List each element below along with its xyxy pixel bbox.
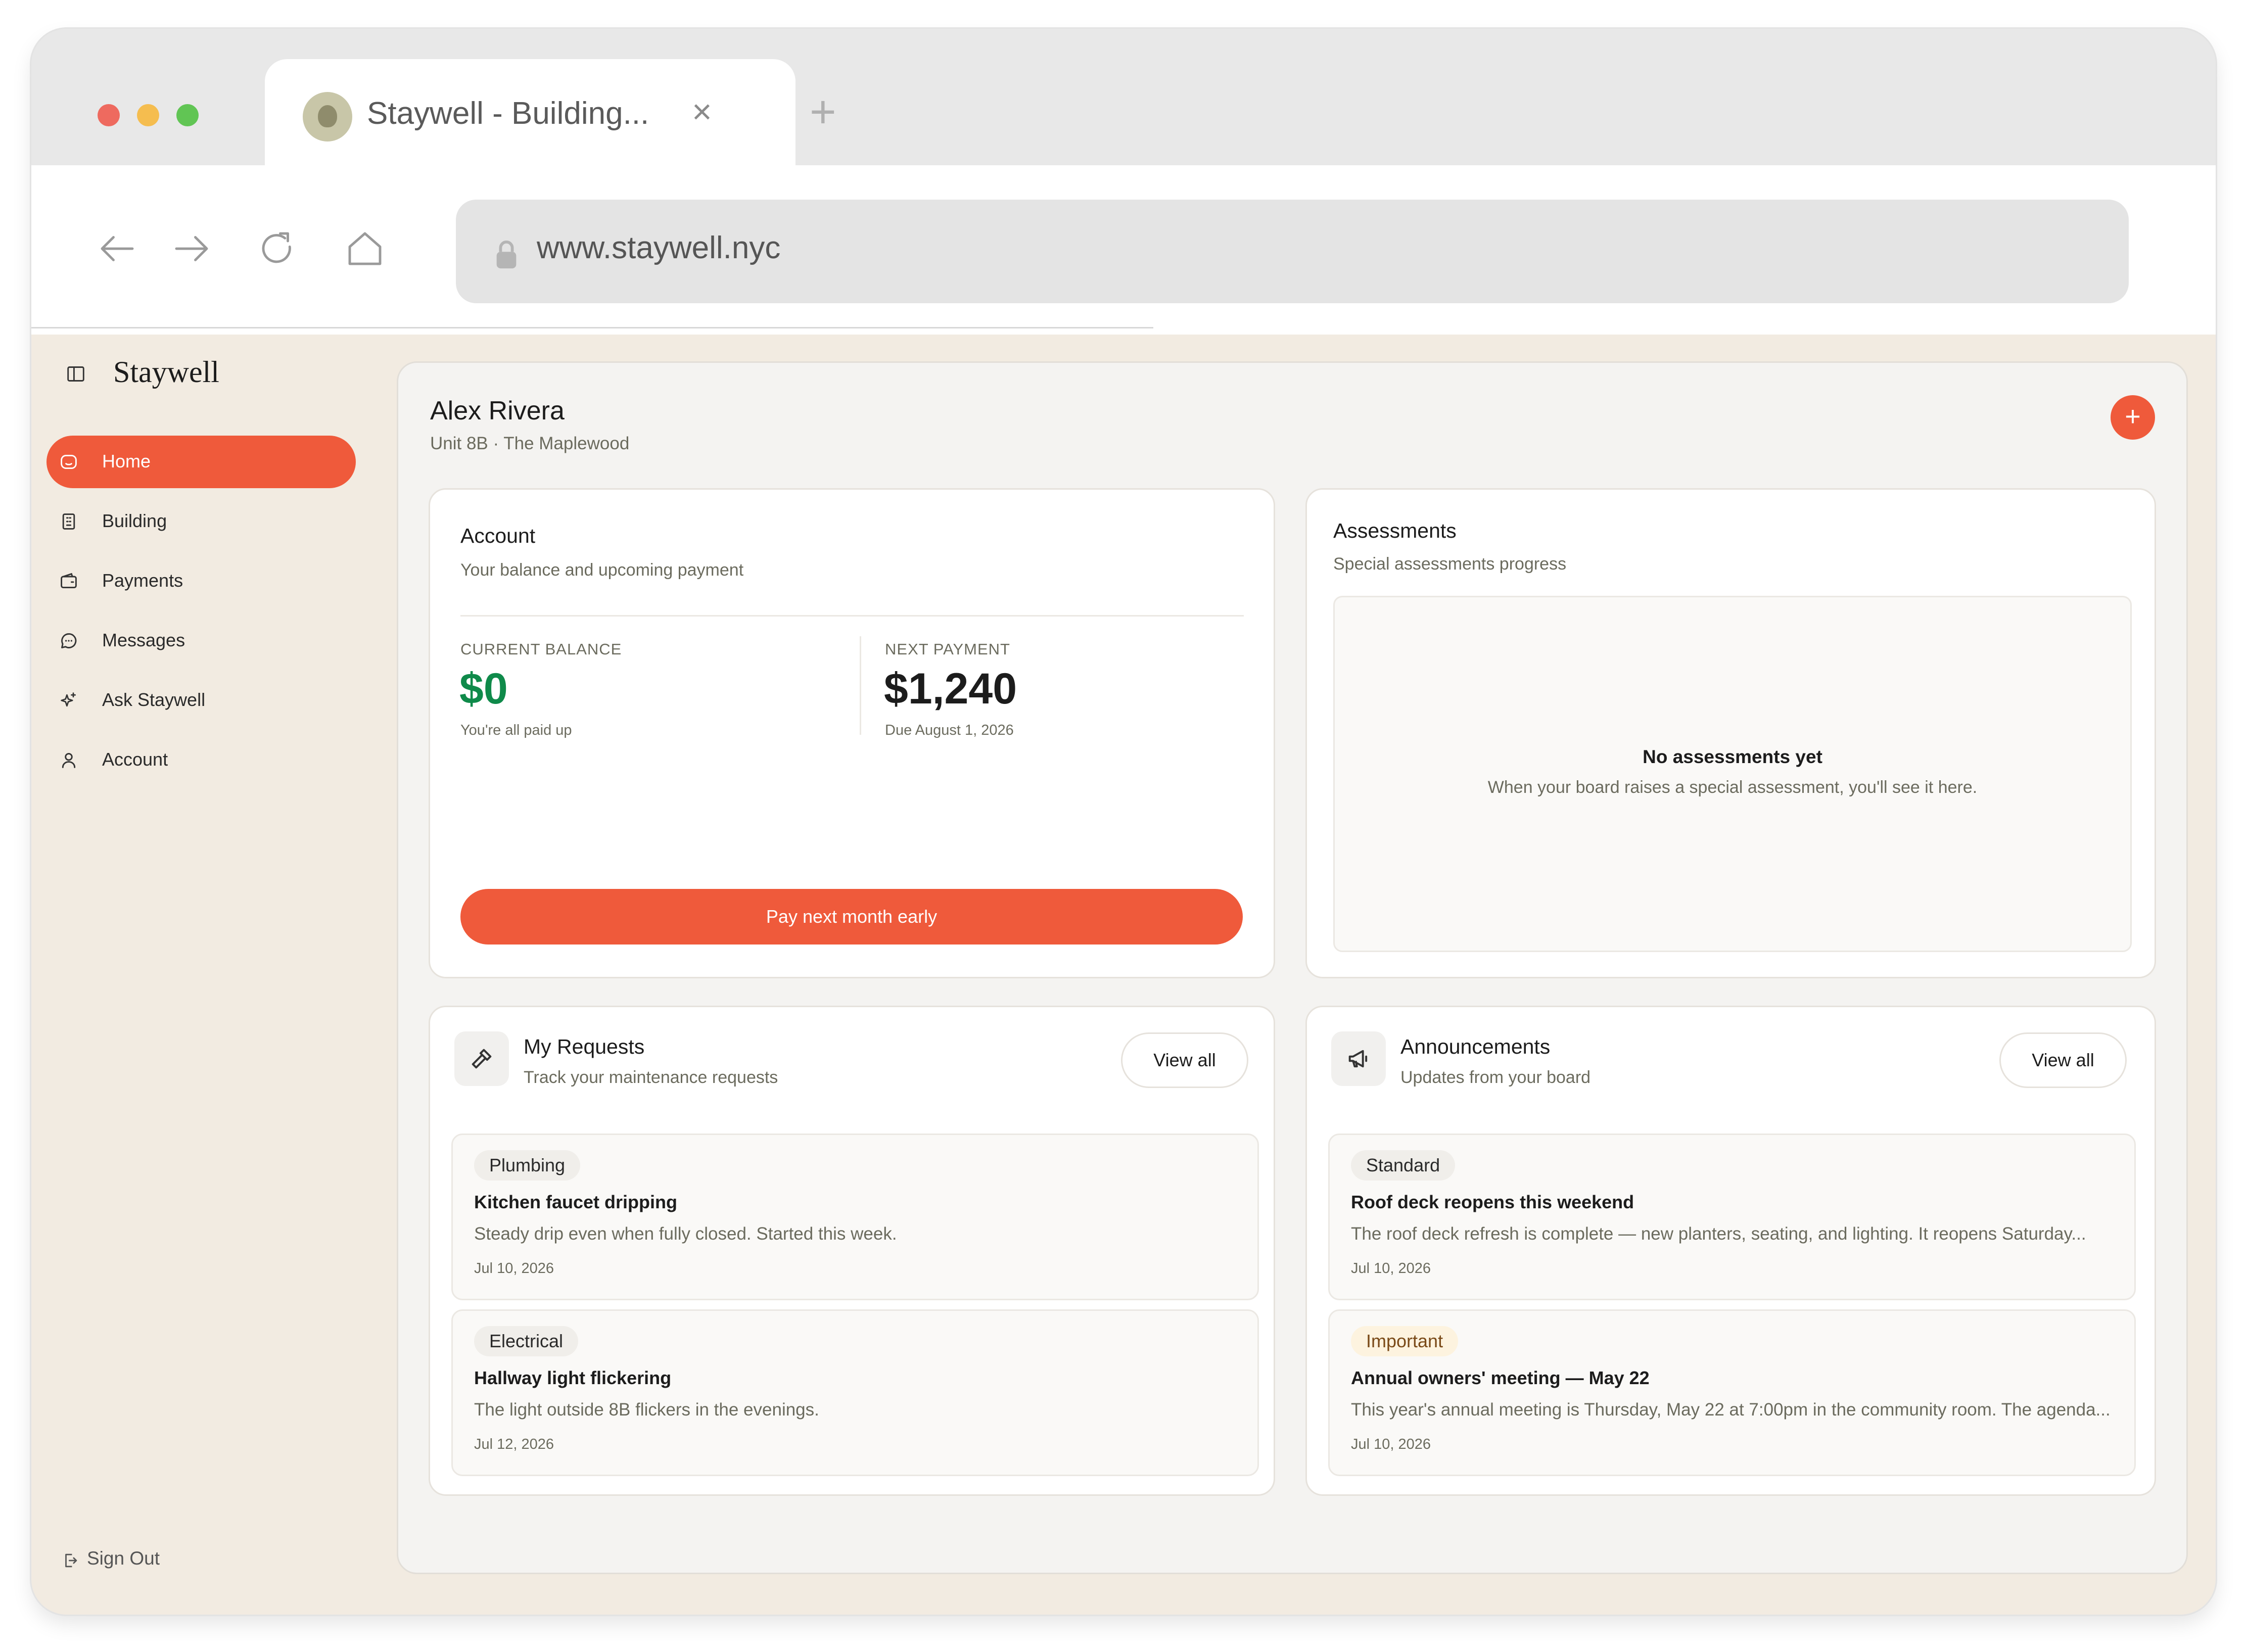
request-item[interactable]: Plumbing Kitchen faucet dripping Steady … (451, 1134, 1259, 1300)
assessments-card-title: Assessments (1333, 519, 1457, 542)
announcements-card: Announcements Updates from your board Vi… (1305, 1006, 2156, 1496)
user-icon (62, 752, 76, 768)
announcements-icon-box (1331, 1031, 1386, 1086)
account-card-subtitle: Your balance and upcoming payment (460, 560, 744, 580)
requests-card-title: My Requests (524, 1035, 645, 1058)
tab-bar: Staywell - Building... × + (31, 29, 2216, 165)
url-text: www.staywell.nyc (537, 230, 781, 265)
announcement-priority-chip: Standard (1351, 1150, 1456, 1181)
request-title: Kitchen faucet dripping (474, 1192, 678, 1212)
lock-icon (496, 241, 517, 269)
wallet-icon (61, 573, 77, 589)
announcement-item[interactable]: Important Annual owners' meeting — May 2… (1328, 1309, 2136, 1476)
announcement-date: Jul 10, 2026 (1351, 1260, 1431, 1277)
sidebar-item-building[interactable]: Building (46, 495, 356, 548)
request-description: The light outside 8B flickers in the eve… (474, 1400, 819, 1420)
request-category-chip: Electrical (474, 1326, 579, 1356)
forward-arrow-icon[interactable] (169, 226, 214, 271)
zoom-window-button[interactable] (176, 104, 199, 126)
assessments-card: Assessments Special assessments progress… (1305, 488, 2156, 978)
back-arrow-icon[interactable] (95, 226, 140, 271)
home-icon (61, 454, 77, 469)
announcement-description: This year's annual meeting is Thursday, … (1351, 1400, 2111, 1420)
add-button[interactable]: + (2111, 395, 2155, 440)
sidebar-item-account[interactable]: Account (46, 734, 356, 786)
requests-icon-box (454, 1031, 509, 1086)
home-browser-icon[interactable] (342, 226, 388, 271)
empty-state-title: No assessments yet (1643, 746, 1822, 767)
sidebar-item-label: Account (102, 749, 168, 770)
staywell-favicon-icon (303, 92, 352, 141)
pay-next-month-button[interactable]: Pay next month early (460, 889, 1243, 945)
announcements-card-title: Announcements (1400, 1035, 1551, 1058)
requests-view-all-button[interactable]: View all (1121, 1032, 1248, 1088)
sparkles-icon (61, 692, 76, 707)
resident-name: Alex Rivera (430, 396, 565, 426)
hammer-icon (472, 1049, 492, 1069)
app-content: Staywell Home Building Payments Messages… (31, 335, 2216, 1615)
sidebar-toggle-icon[interactable] (67, 365, 85, 383)
requests-card-subtitle: Track your maintenance requests (524, 1068, 778, 1087)
sidebar-item-messages[interactable]: Messages (46, 615, 356, 667)
current-balance-value: $0 (459, 665, 508, 713)
empty-state-subtitle: When your board raises a special assessm… (1487, 778, 1978, 797)
announcement-priority-chip: Important (1351, 1326, 1459, 1356)
reload-icon[interactable] (254, 226, 299, 271)
announcement-item[interactable]: Standard Roof deck reopens this weekend … (1328, 1134, 2136, 1300)
browser-toolbar: www.staywell.nyc (31, 165, 2216, 335)
sidebar-item-payments[interactable]: Payments (46, 555, 356, 607)
resident-unit: Unit 8B · The Maplewood (430, 434, 630, 453)
current-balance-label: CURRENT BALANCE (460, 640, 622, 658)
assessments-empty-state: No assessments yet When your board raise… (1333, 596, 2132, 952)
megaphone-icon (1348, 1050, 1368, 1068)
requests-card: My Requests Track your maintenance reque… (429, 1006, 1275, 1496)
request-title: Hallway light flickering (474, 1367, 672, 1388)
request-date: Jul 10, 2026 (474, 1260, 554, 1277)
sidebar-item-label: Messages (102, 630, 185, 650)
announcements-card-subtitle: Updates from your board (1400, 1068, 1591, 1087)
sidebar: Staywell Home Building Payments Messages… (31, 335, 395, 1615)
browser-window: Staywell - Building... × + www.staywell.… (31, 29, 2216, 1615)
sign-out-label: Sign Out (87, 1548, 160, 1569)
request-category-chip: Plumbing (474, 1150, 581, 1181)
sidebar-item-label: Building (102, 510, 167, 531)
main-panel: Alex Rivera Unit 8B · The Maplewood + Ac… (397, 361, 2188, 1574)
tab-title: Staywell - Building... (367, 96, 649, 131)
chat-bubble-icon (61, 633, 77, 648)
next-payment-label: NEXT PAYMENT (885, 640, 1010, 658)
brand-logo: Staywell (113, 355, 219, 389)
sidebar-item-home[interactable]: Home (46, 436, 356, 488)
building-icon (62, 513, 75, 530)
sidebar-item-label: Payments (102, 570, 183, 591)
request-date: Jul 12, 2026 (474, 1436, 554, 1452)
minimize-window-button[interactable] (137, 104, 159, 126)
divider (460, 615, 1244, 617)
assessments-card-subtitle: Special assessments progress (1333, 554, 1567, 574)
announcement-title: Annual owners' meeting — May 22 (1351, 1367, 1650, 1388)
next-payment-value: $1,240 (884, 665, 1017, 713)
announcements-view-all-button[interactable]: View all (1999, 1032, 2127, 1088)
announcement-title: Roof deck reopens this weekend (1351, 1192, 1634, 1212)
metric-divider (860, 636, 861, 735)
sidebar-item-label: Ask Staywell (102, 689, 206, 710)
close-window-button[interactable] (98, 104, 120, 126)
loading-progress-bar (31, 327, 1153, 328)
address-bar[interactable]: www.staywell.nyc (456, 200, 2129, 303)
next-payment-note: Due August 1, 2026 (885, 722, 1014, 738)
account-card: Account Your balance and upcoming paymen… (429, 488, 1275, 978)
announcement-date: Jul 10, 2026 (1351, 1436, 1431, 1452)
sign-out-icon (65, 1553, 77, 1568)
new-tab-icon[interactable]: + (810, 89, 836, 135)
sidebar-item-ask-staywell[interactable]: Ask Staywell (46, 674, 356, 727)
current-balance-note: You're all paid up (460, 722, 572, 738)
request-item[interactable]: Electrical Hallway light flickering The … (451, 1309, 1259, 1476)
request-description: Steady drip even when fully closed. Star… (474, 1224, 897, 1244)
close-tab-icon[interactable]: × (692, 95, 712, 129)
browser-tab[interactable]: Staywell - Building... × (265, 59, 795, 165)
sidebar-item-label: Home (102, 451, 151, 471)
account-card-title: Account (460, 524, 536, 547)
announcement-description: The roof deck refresh is complete — new … (1351, 1224, 2086, 1244)
